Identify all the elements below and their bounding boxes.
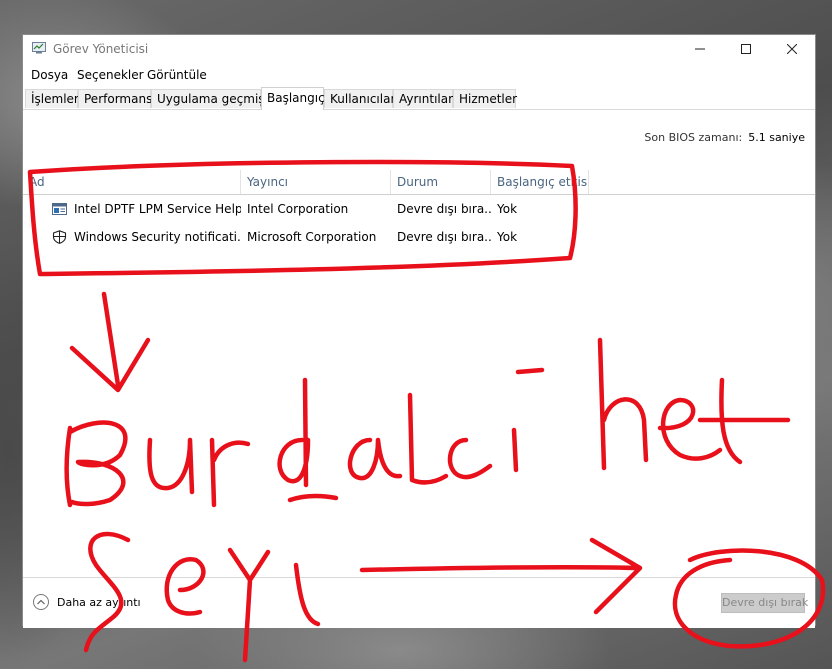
table-row[interactable]: Intel DPTF LPM Service Helper Intel Corp… [23,196,815,222]
minimize-button[interactable] [677,35,723,63]
column-header-name[interactable]: Ad [23,170,241,194]
tab-app-history[interactable]: Uygulama geçmişi [151,89,268,108]
task-manager-icon [32,42,46,54]
tab-users[interactable]: Kullanıcılar [324,89,395,108]
column-header-impact[interactable]: Başlangıç etkisi [491,170,589,194]
bios-time-value: 5.1 saniye [748,131,805,144]
shield-icon [52,230,67,244]
maximize-icon [741,44,751,54]
row-status: Devre dışı bıra... [397,202,491,216]
tab-services[interactable]: Hizmetler [453,89,517,108]
column-header-status[interactable]: Durum [391,170,491,194]
menu-bar: Dosya Seçenekler Görüntüle [23,65,815,85]
disable-button[interactable]: Devre dışı bırak [721,593,808,613]
row-impact: Yok [497,202,518,216]
title-bar[interactable]: Görev Yöneticisi [23,35,815,63]
table-header: Ad Yayıncı Durum Başlangıç etkisi [23,170,815,195]
menu-options[interactable]: Seçenekler [77,68,144,82]
tab-bar: İşlemler Performans Uygulama geçmişi Baş… [23,87,815,110]
minimize-icon [695,48,705,50]
row-publisher: Microsoft Corporation [247,230,377,244]
close-button[interactable] [769,35,815,63]
footer-bar: Daha az ayrıntı Devre dışı bırak [23,577,815,628]
tab-processes[interactable]: İşlemler [25,89,79,108]
row-publisher: Intel Corporation [247,202,349,216]
column-header-publisher[interactable]: Yayıncı [241,170,391,194]
menu-file[interactable]: Dosya [31,68,68,82]
menu-view[interactable]: Görüntüle [147,68,207,82]
bios-time: Son BIOS zamanı: 5.1 saniye [644,131,805,144]
chevron-up-icon [33,594,49,610]
tab-performance[interactable]: Performans [78,89,152,108]
maximize-button[interactable] [723,35,769,63]
row-name: Intel DPTF LPM Service Helper [74,202,241,216]
fewer-details-label: Daha az ayrıntı [57,595,141,609]
row-name: Windows Security notificati... [74,230,241,244]
table-row[interactable]: Windows Security notificati... Microsoft… [23,224,815,250]
window-title: Görev Yöneticisi [53,42,149,56]
bios-time-label: Son BIOS zamanı: [644,131,743,144]
tab-details[interactable]: Ayrıntılar [393,89,453,108]
row-impact: Yok [497,230,518,244]
task-manager-window: Görev Yöneticisi Dosya Seçenekler Görünt… [22,34,816,628]
service-app-icon [52,202,67,216]
close-icon [787,44,797,54]
tab-startup[interactable]: Başlangıç [261,87,325,110]
fewer-details-toggle[interactable]: Daha az ayrıntı [33,592,141,612]
row-status: Devre dışı bıra... [397,230,491,244]
